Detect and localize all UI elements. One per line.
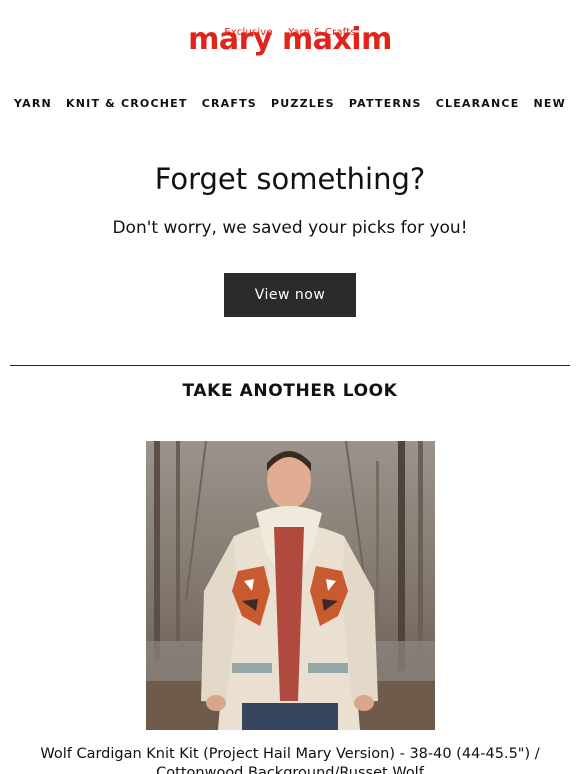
- hero-headline: Forget something?: [154, 162, 426, 196]
- view-now-button[interactable]: View now: [224, 273, 356, 317]
- product-photo-icon[interactable]: [146, 441, 435, 730]
- section-divider: [10, 365, 570, 366]
- brand-tagline-left: Exclusive: [224, 27, 273, 38]
- nav-item-puzzles[interactable]: PUZZLES: [271, 97, 335, 113]
- section-title: TAKE ANOTHER LOOK: [182, 381, 398, 401]
- brand-tagline-right: Yarn & Crafts: [288, 27, 356, 38]
- main-nav: YARN KNIT & CROCHET CRAFTS PUZZLES PATTE…: [0, 97, 580, 113]
- nav-item-yarn[interactable]: YARN: [14, 97, 52, 113]
- brand-tagline: Exclusive Yarn & Crafts: [0, 27, 580, 38]
- product-name-link[interactable]: Wolf Cardigan Knit Kit (Project Hail Mar…: [10, 745, 570, 774]
- nav-item-crafts[interactable]: CRAFTS: [202, 97, 257, 113]
- hero-subhead: Don't worry, we saved your picks for you…: [112, 218, 468, 238]
- nav-item-clearance[interactable]: CLEARANCE: [436, 97, 520, 113]
- nav-item-patterns[interactable]: PATTERNS: [349, 97, 422, 113]
- nav-item-knit-crochet[interactable]: KNIT & CROCHET: [66, 97, 188, 113]
- nav-item-new[interactable]: NEW: [534, 97, 566, 113]
